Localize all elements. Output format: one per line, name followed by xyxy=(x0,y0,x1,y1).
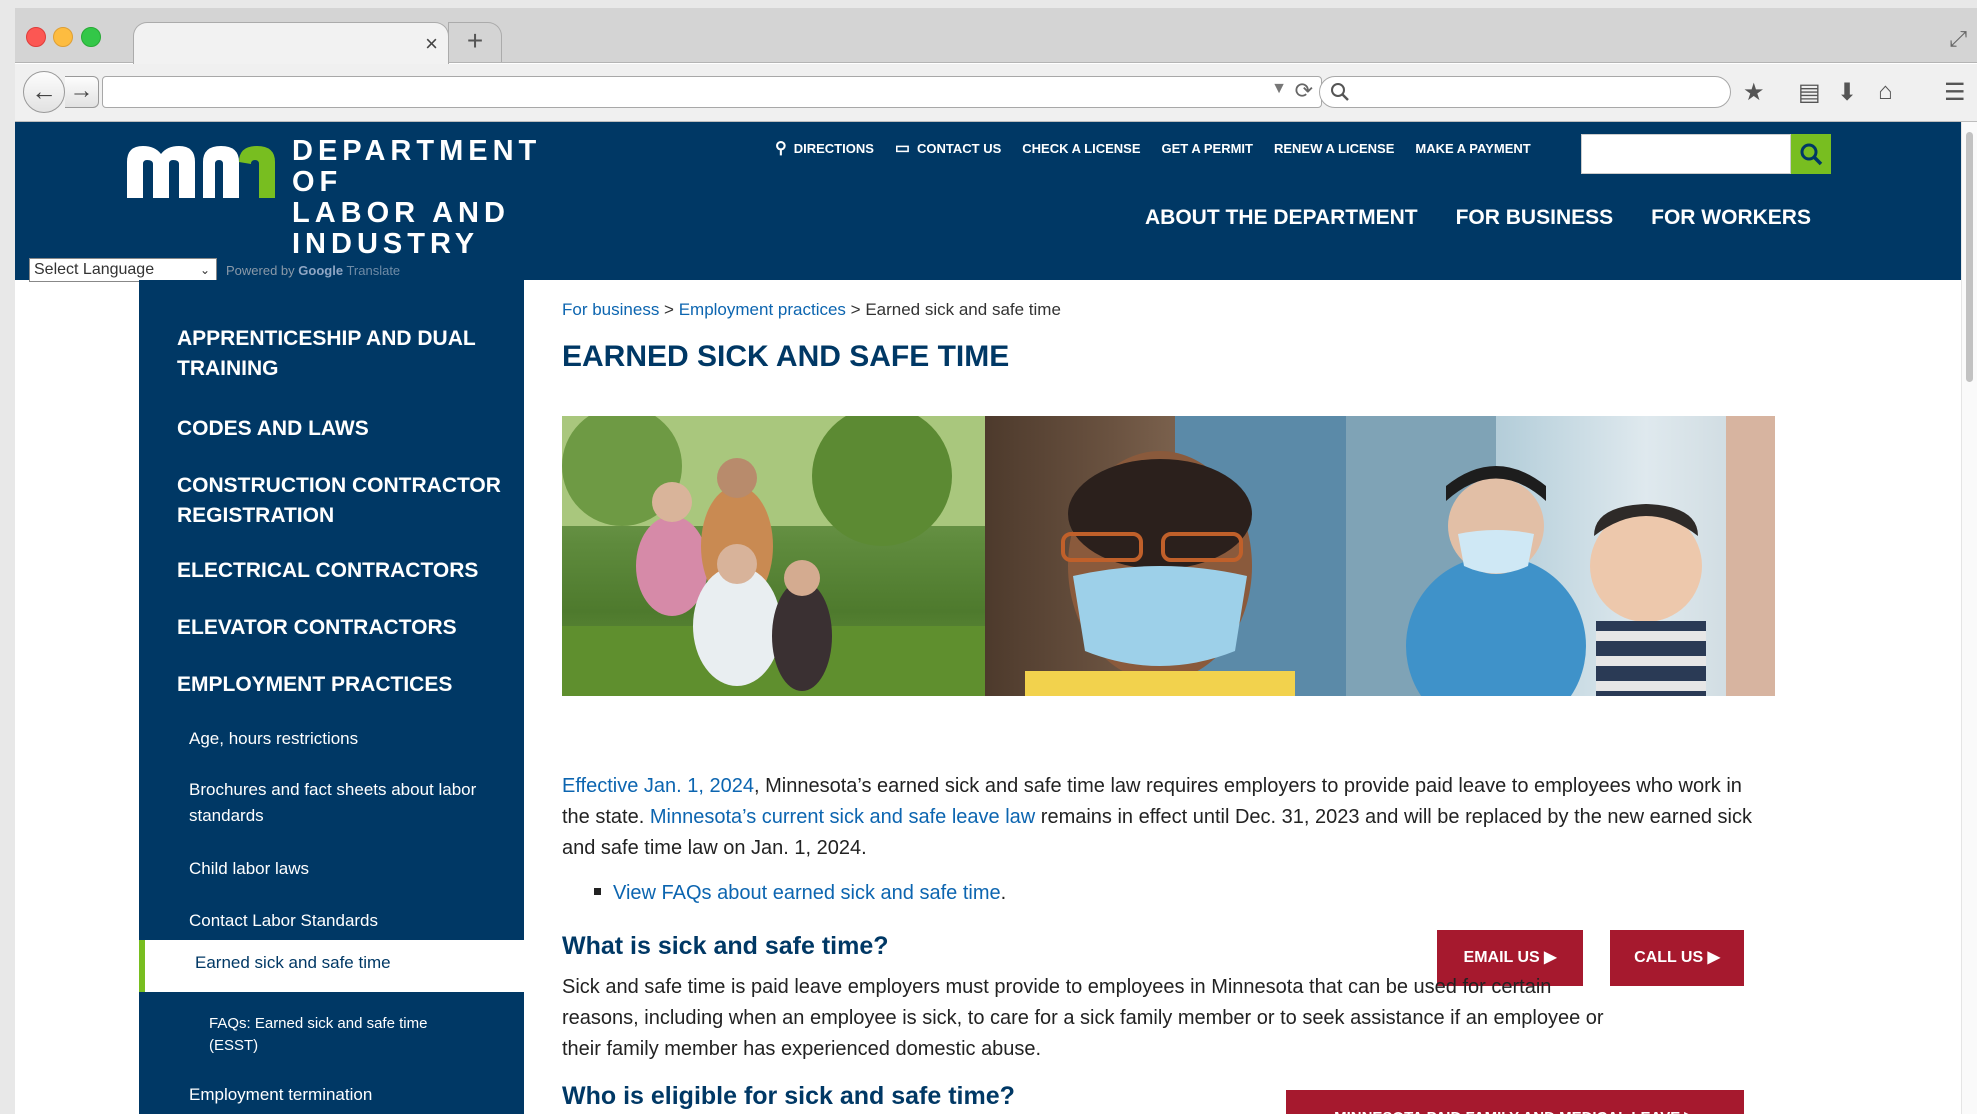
heading-who-is-eligible: Who is eligible for sick and safe time? xyxy=(562,1082,1015,1110)
sidebar-item-employment-practices[interactable]: EMPLOYMENT PRACTICES xyxy=(177,670,507,700)
scrollbar-thumb[interactable] xyxy=(1966,132,1973,382)
back-button[interactable]: ← xyxy=(23,71,65,113)
current-law-link[interactable]: Minnesota’s current sick and safe leave … xyxy=(650,806,1035,828)
browser-toolbar: ← → ▼ ⟳ ★ ▤ ⬇ ⌂ ☰ xyxy=(15,64,1977,122)
sidebar-subitem-contact-labor-standards[interactable]: Contact Labor Standards xyxy=(189,908,489,934)
minimize-window-button[interactable] xyxy=(53,27,73,47)
site-search-button[interactable] xyxy=(1791,134,1831,174)
masked-woman-photo-art xyxy=(1025,416,1346,696)
call-us-button[interactable]: CALL US ▶ xyxy=(1610,930,1744,986)
zoom-window-button[interactable] xyxy=(81,27,101,47)
url-bar[interactable]: ▼ ⟳ xyxy=(102,76,1322,108)
site-header: DEPARTMENT OF LABOR AND INDUSTRY ⚲ DIREC… xyxy=(15,122,1961,282)
agency-name-line2: LABOR AND INDUSTRY xyxy=(292,197,510,260)
sidebar-nav: APPRENTICESHIP AND DUAL TRAINING CODES A… xyxy=(139,280,524,1114)
hero-image xyxy=(562,416,1775,696)
sidebar-subsubitem-esst-faqs[interactable]: FAQs: Earned sick and safe time (ESST) xyxy=(209,1013,449,1057)
make-payment-link[interactable]: MAKE A PAYMENT xyxy=(1415,141,1530,156)
page-title: EARNED SICK AND SAFE TIME xyxy=(562,340,1010,373)
family-photo-art xyxy=(562,416,985,696)
bookmark-star-icon[interactable]: ★ xyxy=(1743,78,1765,107)
doctor-baby-photo-art xyxy=(1346,416,1775,696)
url-history-dropdown-icon[interactable]: ▼ xyxy=(1271,80,1287,98)
faq-list-item: View FAQs about earned sick and safe tim… xyxy=(594,882,1006,905)
arrow-right-icon: → xyxy=(69,77,94,104)
browser-tab[interactable]: × xyxy=(133,22,449,65)
get-permit-link[interactable]: GET A PERMIT xyxy=(1162,141,1253,156)
what-is-paragraph: Sick and safe time is paid leave employe… xyxy=(562,972,1622,1065)
chevron-down-icon: ⌄ xyxy=(199,263,210,277)
browser-window: × + ⤢ ← → ▼ ⟳ ★ ▤ ⬇ ⌂ ☰ DEPARTMENT OF LA… xyxy=(15,8,1977,1114)
breadcrumb-for-business[interactable]: For business xyxy=(562,300,659,319)
sidebar-item-elevator-contractors[interactable]: ELEVATOR CONTRACTORS xyxy=(177,613,507,643)
breadcrumb-separator: > xyxy=(659,300,679,319)
contact-us-label: CONTACT US xyxy=(917,140,1002,156)
tab-bar: × + ⤢ xyxy=(15,8,1977,65)
check-license-link[interactable]: CHECK A LICENSE xyxy=(1022,141,1140,156)
tab-close-icon[interactable]: × xyxy=(425,31,438,57)
main-nav: ABOUT THE DEPARTMENT FOR BUSINESS FOR WO… xyxy=(1145,206,1849,230)
sidebar-subitem-brochures[interactable]: Brochures and fact sheets about labor st… xyxy=(189,777,489,829)
utility-nav: ⚲ DIRECTIONS ▭ CONTACT US CHECK A LICENS… xyxy=(775,138,1552,158)
directions-label: DIRECTIONS xyxy=(793,140,874,156)
sidebar-item-codes-and-laws[interactable]: CODES AND LAWS xyxy=(177,414,507,444)
close-window-button[interactable] xyxy=(26,27,46,47)
site-search-input[interactable] xyxy=(1581,134,1791,174)
language-select-value: Select Language xyxy=(34,261,155,278)
search-icon xyxy=(1800,143,1823,166)
powered-by-text: Powered by xyxy=(226,263,295,278)
bullet-icon xyxy=(594,888,601,896)
sidebar-item-electrical-contractors[interactable]: ELECTRICAL CONTRACTORS xyxy=(177,556,507,586)
powered-by-google: Powered by Google Translate xyxy=(226,263,400,278)
search-icon xyxy=(1331,83,1349,101)
hero-photo-family xyxy=(562,416,985,696)
browser-search-input[interactable] xyxy=(1319,76,1731,108)
paid-family-medical-leave-button[interactable]: MINNESOTA PAID FAMILY AND MEDICAL LEAVE … xyxy=(1286,1090,1744,1114)
what-is-text: Sick and safe time is paid leave employe… xyxy=(562,976,1604,1060)
forward-button[interactable]: → xyxy=(65,76,99,108)
language-select[interactable]: Select Language ⌄ xyxy=(29,258,217,282)
heading-what-is-sick-safe-time: What is sick and safe time? xyxy=(562,932,889,960)
arrow-left-icon: ← xyxy=(31,76,57,106)
faq-period: . xyxy=(1000,882,1007,904)
hero-photo-masked-woman xyxy=(985,416,1346,696)
sidebar-active-label: Earned sick and safe time xyxy=(195,953,391,972)
intro-paragraph: Effective Jan. 1, 2024, Minnesota’s earn… xyxy=(562,771,1762,864)
mn-dli-logo[interactable]: DEPARTMENT OF LABOR AND INDUSTRY xyxy=(127,136,587,260)
translate-link[interactable]: Translate xyxy=(346,263,400,278)
map-pin-icon: ⚲ xyxy=(775,140,787,157)
chat-icon: ▭ xyxy=(894,140,911,157)
new-tab-button[interactable]: + xyxy=(448,22,502,62)
breadcrumb: For business > Employment practices > Ea… xyxy=(562,300,1061,320)
reading-list-icon[interactable]: ▤ xyxy=(1798,78,1821,107)
sidebar-item-apprenticeship[interactable]: APPRENTICESHIP AND DUAL TRAINING xyxy=(177,324,507,384)
breadcrumb-employment-practices[interactable]: Employment practices xyxy=(679,300,846,319)
directions-link[interactable]: ⚲ DIRECTIONS xyxy=(775,138,874,158)
fullscreen-icon[interactable]: ⤢ xyxy=(1949,26,1967,52)
agency-name-line1: DEPARTMENT OF xyxy=(292,135,542,198)
sidebar-item-construction-contractor[interactable]: CONSTRUCTION CONTRACTOR REGISTRATION xyxy=(177,471,507,531)
effective-date-link[interactable]: Effective Jan. 1, 2024 xyxy=(562,775,754,797)
google-logo: Google xyxy=(298,263,344,278)
sidebar-subitem-earned-sick-safe-time[interactable]: Earned sick and safe time xyxy=(139,940,524,992)
mn-logo-icon xyxy=(127,146,275,198)
agency-name: DEPARTMENT OF LABOR AND INDUSTRY xyxy=(292,136,587,260)
page-scrollbar[interactable] xyxy=(1961,122,1977,1114)
home-icon[interactable]: ⌂ xyxy=(1878,78,1893,106)
reload-icon[interactable]: ⟳ xyxy=(1295,78,1313,104)
nav-for-workers[interactable]: FOR WORKERS xyxy=(1651,206,1811,230)
download-icon[interactable]: ⬇ xyxy=(1837,78,1857,107)
nav-about-department[interactable]: ABOUT THE DEPARTMENT xyxy=(1145,206,1418,230)
sidebar-subitem-age-hours[interactable]: Age, hours restrictions xyxy=(189,726,489,752)
faq-link[interactable]: View FAQs about earned sick and safe tim… xyxy=(613,882,1001,904)
menu-icon[interactable]: ☰ xyxy=(1944,78,1966,107)
renew-license-link[interactable]: RENEW A LICENSE xyxy=(1274,141,1394,156)
nav-for-business[interactable]: FOR BUSINESS xyxy=(1456,206,1614,230)
breadcrumb-current: Earned sick and safe time xyxy=(865,300,1061,319)
sidebar-subitem-child-labor[interactable]: Child labor laws xyxy=(189,856,489,882)
breadcrumb-separator: > xyxy=(845,300,866,319)
hero-photo-doctor-baby xyxy=(1346,416,1775,696)
sidebar-subitem-employment-termination[interactable]: Employment termination xyxy=(189,1082,489,1108)
contact-us-link[interactable]: ▭ CONTACT US xyxy=(895,138,1001,158)
